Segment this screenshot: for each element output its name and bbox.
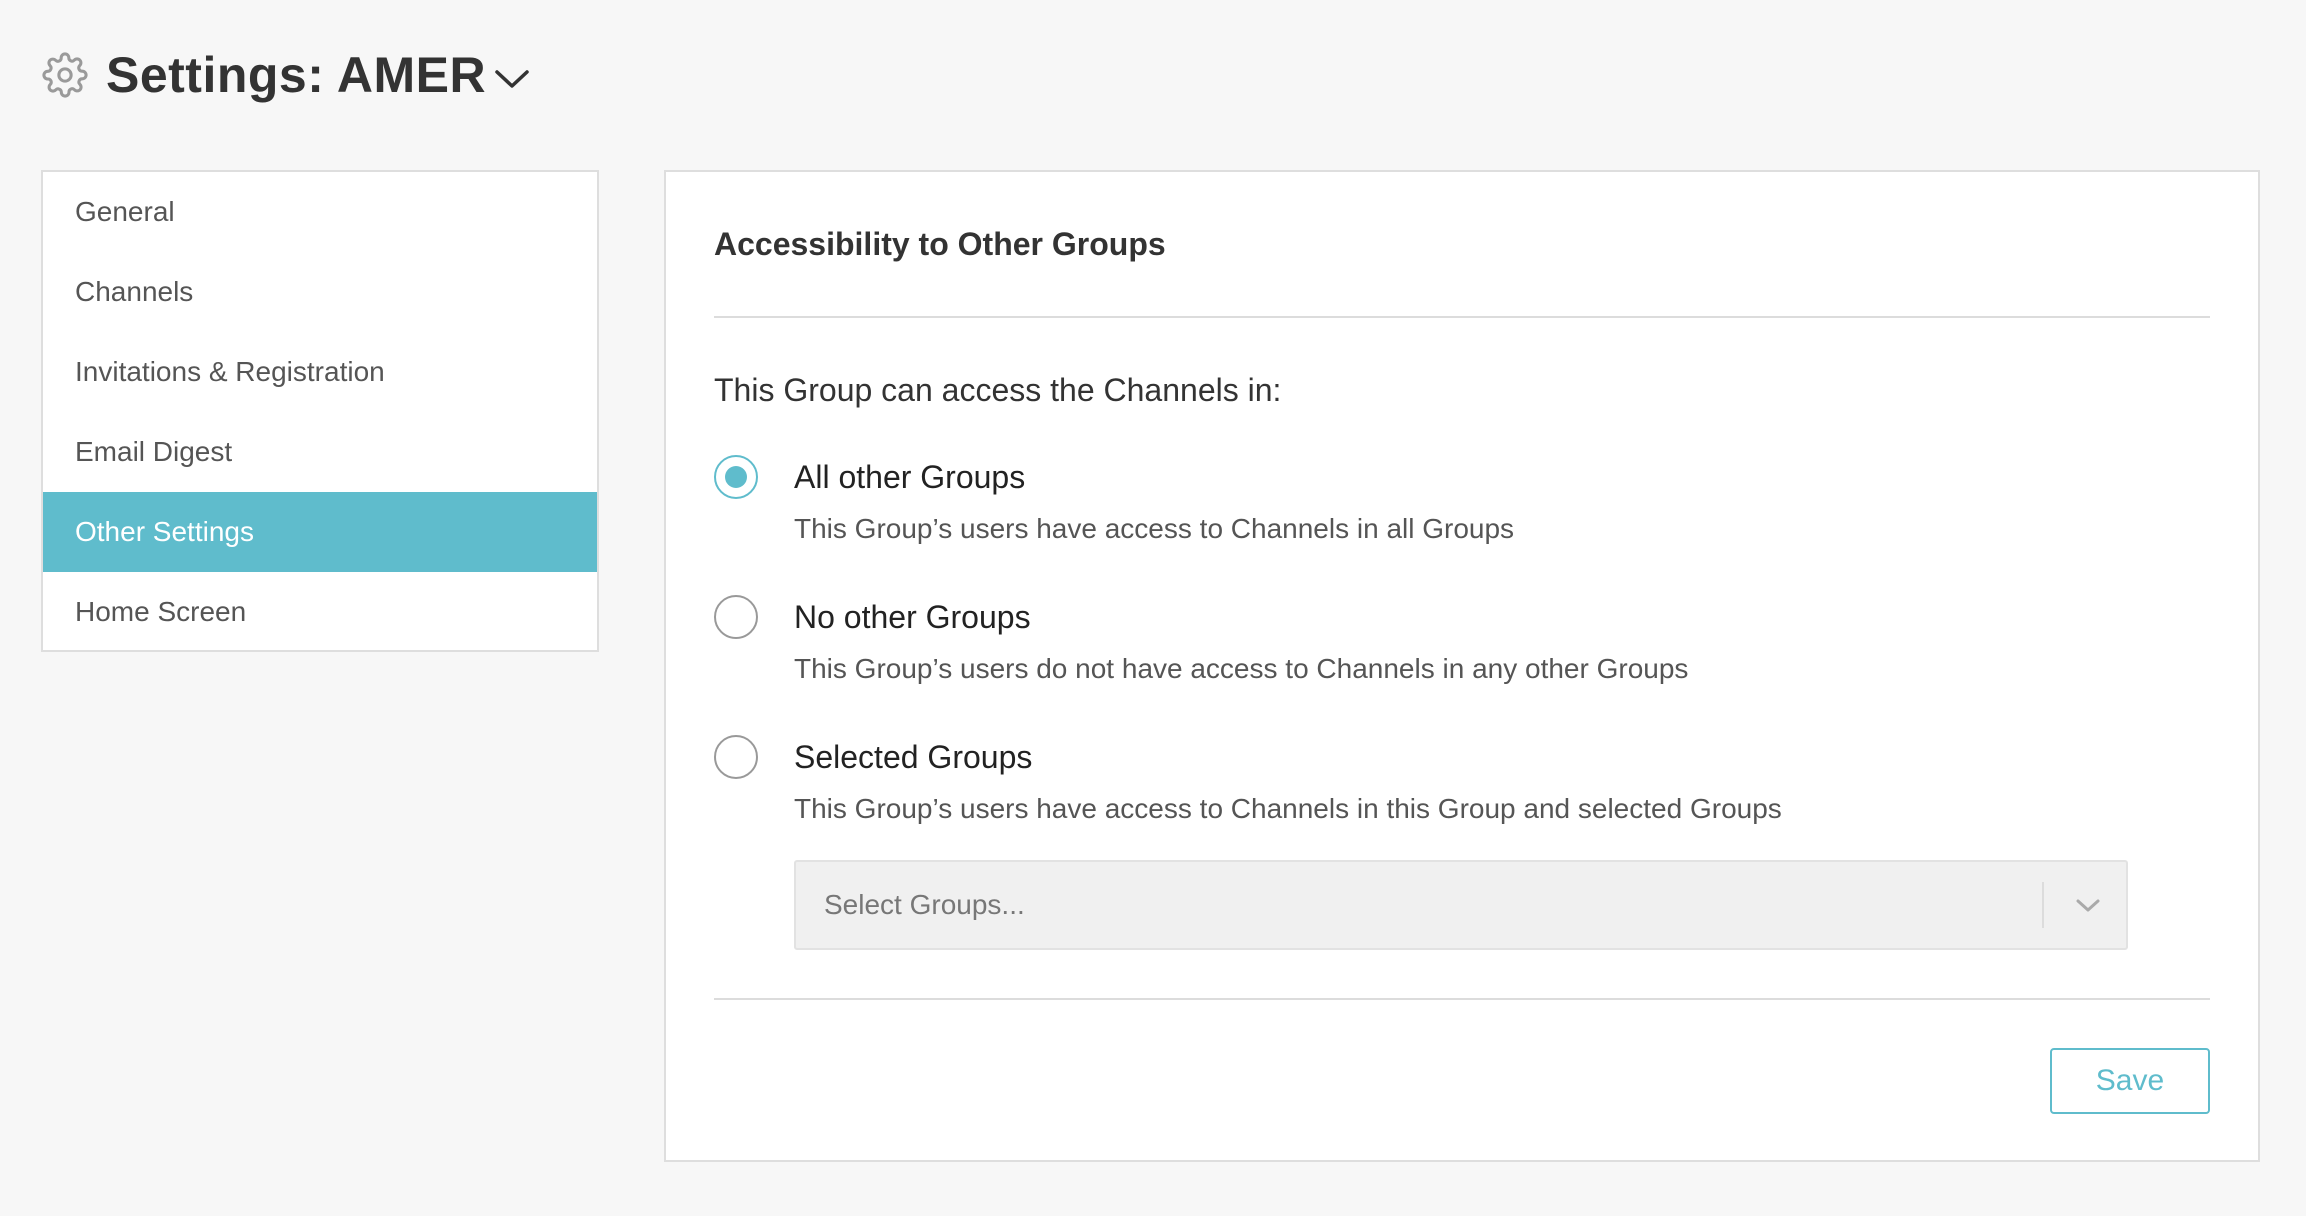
page-header: Settings: AMER xyxy=(40,44,532,106)
save-button[interactable]: Save xyxy=(2050,1048,2210,1114)
sidebar-item-other-settings[interactable]: Other Settings xyxy=(43,492,597,572)
radio-all-other-groups[interactable] xyxy=(714,455,758,499)
radio-dot xyxy=(725,466,747,488)
settings-sidebar: General Channels Invitations & Registrat… xyxy=(41,170,599,652)
sidebar-item-label: Email Digest xyxy=(75,436,233,467)
section-title: Accessibility to Other Groups xyxy=(714,226,1166,262)
option-all-other-groups: All other Groups This Group’s users have… xyxy=(714,455,2114,565)
divider xyxy=(714,316,2210,318)
sidebar-item-label: Other Settings xyxy=(75,516,254,547)
option-label[interactable]: No other Groups xyxy=(794,595,1031,639)
chevron-down-icon[interactable] xyxy=(492,59,532,99)
select-groups-placeholder: Select Groups... xyxy=(824,889,1025,920)
option-description: This Group’s users have access to Channe… xyxy=(794,513,1515,544)
settings-panel: Accessibility to Other Groups This Group… xyxy=(664,170,2260,1162)
sidebar-item-label: General xyxy=(75,196,175,227)
sidebar-item-invitations-registration[interactable]: Invitations & Registration xyxy=(43,332,597,412)
gear-icon xyxy=(40,50,90,100)
access-lead-text: This Group can access the Channels in: xyxy=(714,372,1282,408)
option-description: This Group’s users do not have access to… xyxy=(794,653,1689,684)
radio-no-other-groups[interactable] xyxy=(714,595,758,639)
chevron-down-icon[interactable] xyxy=(2068,888,2108,924)
option-description: This Group’s users have access to Channe… xyxy=(794,793,1782,824)
select-groups-dropdown[interactable]: Select Groups... xyxy=(794,860,2128,950)
sidebar-item-general[interactable]: General xyxy=(43,172,597,252)
sidebar-item-label: Channels xyxy=(75,276,194,307)
page-title: Settings: AMER xyxy=(106,47,487,103)
sidebar-item-channels[interactable]: Channels xyxy=(43,252,597,332)
divider xyxy=(714,998,2210,1000)
radio-selected-groups[interactable] xyxy=(714,735,758,779)
sidebar-item-email-digest[interactable]: Email Digest xyxy=(43,412,597,492)
option-label[interactable]: All other Groups xyxy=(794,455,1025,499)
sidebar-item-home-screen[interactable]: Home Screen xyxy=(43,572,597,652)
sidebar-item-label: Invitations & Registration xyxy=(75,356,385,387)
select-separator xyxy=(2042,882,2044,928)
option-no-other-groups: No other Groups This Group’s users do no… xyxy=(714,595,2114,705)
option-selected-groups: Selected Groups This Group’s users have … xyxy=(714,735,2114,845)
sidebar-item-label: Home Screen xyxy=(75,596,247,627)
option-label[interactable]: Selected Groups xyxy=(794,735,1032,779)
